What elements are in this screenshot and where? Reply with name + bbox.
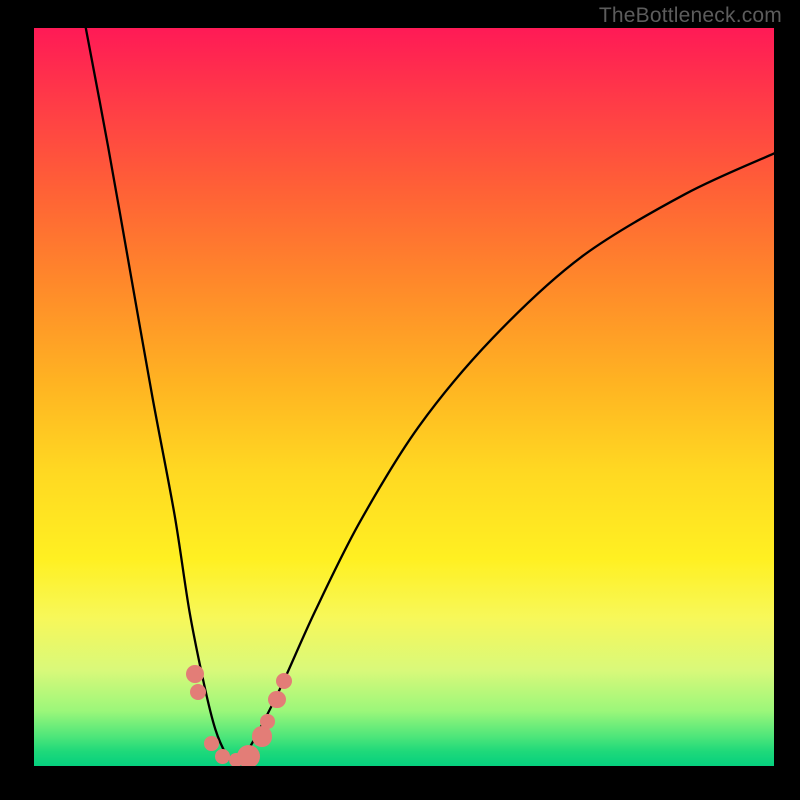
curve-marker <box>252 726 273 747</box>
plot-area <box>34 28 774 766</box>
curve-marker <box>268 691 286 709</box>
bottleneck-curve <box>34 28 774 766</box>
chart-frame: TheBottleneck.com <box>0 0 800 800</box>
curve-marker <box>186 665 204 683</box>
curve-marker <box>215 749 230 764</box>
curve-marker <box>237 745 261 766</box>
watermark-text: TheBottleneck.com <box>599 4 782 28</box>
